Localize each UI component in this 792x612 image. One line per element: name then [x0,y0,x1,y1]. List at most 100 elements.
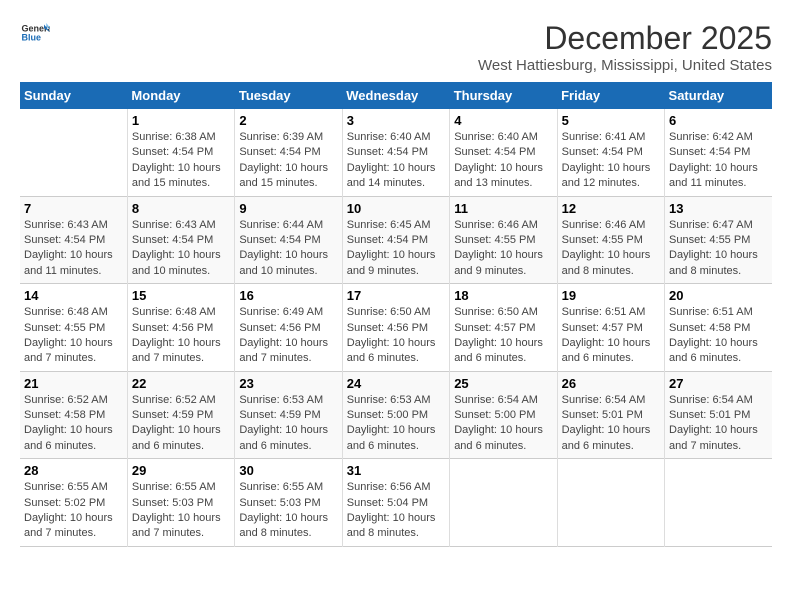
page-container: General Blue December 2025 West Hattiesb… [20,20,772,547]
calendar-cell: 14 Sunrise: 6:48 AM Sunset: 4:55 PM Dayli… [20,284,127,372]
calendar-cell: 15 Sunrise: 6:48 AM Sunset: 4:56 PM Dayli… [127,284,234,372]
calendar-week-row: 1 Sunrise: 6:38 AM Sunset: 4:54 PM Daylig… [20,109,772,196]
day-number: 19 [562,288,660,303]
calendar-cell: 12 Sunrise: 6:46 AM Sunset: 4:55 PM Dayli… [557,196,664,284]
logo: General Blue [20,20,52,44]
main-title: December 2025 [478,20,772,57]
calendar-cell [20,109,127,196]
calendar-cell: 29 Sunrise: 6:55 AM Sunset: 5:03 PM Dayli… [127,459,234,547]
day-info: Sunrise: 6:46 AM Sunset: 4:55 PM Dayligh… [562,218,660,280]
calendar-cell: 22 Sunrise: 6:52 AM Sunset: 4:59 PM Dayli… [127,371,234,459]
day-info: Sunrise: 6:56 AM Sunset: 5:04 PM Dayligh… [347,480,445,542]
subtitle: West Hattiesburg, Mississippi, United St… [478,57,772,74]
day-number: 1 [132,113,230,128]
day-info: Sunrise: 6:53 AM Sunset: 5:00 PM Dayligh… [347,393,445,455]
calendar-cell: 27Sunrise: 6:54 AM Sunset: 5:01 PM Dayli… [665,371,772,459]
day-info: Sunrise: 6:55 AM Sunset: 5:02 PM Dayligh… [24,480,123,542]
day-info: Sunrise: 6:44 AM Sunset: 4:54 PM Dayligh… [239,218,337,280]
day-number: 15 [132,288,230,303]
calendar-cell: 28 Sunrise: 6:55 AM Sunset: 5:02 PM Dayli… [20,459,127,547]
calendar-cell: 4 Sunrise: 6:40 AM Sunset: 4:54 PM Daylig… [450,109,557,196]
day-number: 16 [239,288,337,303]
day-info: Sunrise: 6:52 AM Sunset: 4:58 PM Dayligh… [24,393,123,455]
day-info: Sunrise: 6:47 AM Sunset: 4:55 PM Dayligh… [669,218,768,280]
day-info: Sunrise: 6:40 AM Sunset: 4:54 PM Dayligh… [454,130,552,192]
day-info: Sunrise: 6:54 AM Sunset: 5:01 PM Dayligh… [669,393,768,455]
calendar-cell: 16 Sunrise: 6:49 AM Sunset: 4:56 PM Dayli… [235,284,342,372]
calendar-cell: 23 Sunrise: 6:53 AM Sunset: 4:59 PM Dayli… [235,371,342,459]
day-info: Sunrise: 6:52 AM Sunset: 4:59 PM Dayligh… [132,393,230,455]
day-info: Sunrise: 6:48 AM Sunset: 4:56 PM Dayligh… [132,305,230,367]
day-info: Sunrise: 6:42 AM Sunset: 4:54 PM Dayligh… [669,130,768,192]
day-info: Sunrise: 6:38 AM Sunset: 4:54 PM Dayligh… [132,130,230,192]
day-number: 12 [562,201,660,216]
calendar-header-tuesday: Tuesday [235,82,342,109]
day-number: 3 [347,113,445,128]
day-info: Sunrise: 6:45 AM Sunset: 4:54 PM Dayligh… [347,218,445,280]
day-number: 25 [454,376,552,391]
calendar-cell: 3 Sunrise: 6:40 AM Sunset: 4:54 PM Daylig… [342,109,449,196]
day-info: Sunrise: 6:43 AM Sunset: 4:54 PM Dayligh… [132,218,230,280]
calendar-cell: 31 Sunrise: 6:56 AM Sunset: 5:04 PM Dayli… [342,459,449,547]
calendar-cell: 20 Sunrise: 6:51 AM Sunset: 4:58 PM Dayli… [665,284,772,372]
day-number: 6 [669,113,768,128]
logo-icon: General Blue [20,20,50,44]
day-number: 26 [562,376,660,391]
calendar-cell: 30Sunrise: 6:55 AM Sunset: 5:03 PM Dayli… [235,459,342,547]
calendar-header-thursday: Thursday [450,82,557,109]
day-info: Sunrise: 6:40 AM Sunset: 4:54 PM Dayligh… [347,130,445,192]
calendar-cell: 17 Sunrise: 6:50 AM Sunset: 4:56 PM Dayli… [342,284,449,372]
calendar-cell: 25Sunrise: 6:54 AM Sunset: 5:00 PM Dayli… [450,371,557,459]
day-number: 24 [347,376,445,391]
day-info: Sunrise: 6:53 AM Sunset: 4:59 PM Dayligh… [239,393,337,455]
calendar-cell: 19Sunrise: 6:51 AM Sunset: 4:57 PM Dayli… [557,284,664,372]
day-number: 28 [24,463,123,478]
day-info: Sunrise: 6:51 AM Sunset: 4:58 PM Dayligh… [669,305,768,367]
day-number: 23 [239,376,337,391]
calendar-cell: 11 Sunrise: 6:46 AM Sunset: 4:55 PM Dayli… [450,196,557,284]
day-info: Sunrise: 6:55 AM Sunset: 5:03 PM Dayligh… [239,480,337,542]
day-info: Sunrise: 6:49 AM Sunset: 4:56 PM Dayligh… [239,305,337,367]
day-number: 8 [132,201,230,216]
day-number: 29 [132,463,230,478]
day-number: 17 [347,288,445,303]
calendar-cell: 26Sunrise: 6:54 AM Sunset: 5:01 PM Dayli… [557,371,664,459]
day-number: 21 [24,376,123,391]
calendar-cell [557,459,664,547]
day-info: Sunrise: 6:48 AM Sunset: 4:55 PM Dayligh… [24,305,123,367]
calendar-cell [665,459,772,547]
day-number: 22 [132,376,230,391]
day-number: 7 [24,201,123,216]
svg-text:Blue: Blue [22,32,42,42]
calendar-header-sunday: Sunday [20,82,127,109]
day-number: 9 [239,201,337,216]
calendar-cell: 21 Sunrise: 6:52 AM Sunset: 4:58 PM Dayli… [20,371,127,459]
calendar-header-monday: Monday [127,82,234,109]
calendar-cell: 24 Sunrise: 6:53 AM Sunset: 5:00 PM Dayli… [342,371,449,459]
day-info: Sunrise: 6:55 AM Sunset: 5:03 PM Dayligh… [132,480,230,542]
day-number: 11 [454,201,552,216]
calendar-week-row: 28 Sunrise: 6:55 AM Sunset: 5:02 PM Dayli… [20,459,772,547]
day-info: Sunrise: 6:46 AM Sunset: 4:55 PM Dayligh… [454,218,552,280]
day-number: 14 [24,288,123,303]
day-info: Sunrise: 6:41 AM Sunset: 4:54 PM Dayligh… [562,130,660,192]
day-info: Sunrise: 6:50 AM Sunset: 4:56 PM Dayligh… [347,305,445,367]
calendar-cell [450,459,557,547]
calendar-cell: 10 Sunrise: 6:45 AM Sunset: 4:54 PM Dayli… [342,196,449,284]
day-number: 10 [347,201,445,216]
title-section: December 2025 West Hattiesburg, Mississi… [478,20,772,74]
calendar-header-wednesday: Wednesday [342,82,449,109]
calendar-cell: 6 Sunrise: 6:42 AM Sunset: 4:54 PM Daylig… [665,109,772,196]
calendar-cell: 5Sunrise: 6:41 AM Sunset: 4:54 PM Daylig… [557,109,664,196]
day-number: 18 [454,288,552,303]
day-number: 20 [669,288,768,303]
calendar-cell: 7Sunrise: 6:43 AM Sunset: 4:54 PM Daylig… [20,196,127,284]
day-info: Sunrise: 6:50 AM Sunset: 4:57 PM Dayligh… [454,305,552,367]
calendar-week-row: 14 Sunrise: 6:48 AM Sunset: 4:55 PM Dayli… [20,284,772,372]
calendar-cell: 9 Sunrise: 6:44 AM Sunset: 4:54 PM Daylig… [235,196,342,284]
day-number: 4 [454,113,552,128]
calendar-header-friday: Friday [557,82,664,109]
day-number: 31 [347,463,445,478]
calendar-cell: 1 Sunrise: 6:38 AM Sunset: 4:54 PM Daylig… [127,109,234,196]
calendar-cell: 18 Sunrise: 6:50 AM Sunset: 4:57 PM Dayli… [450,284,557,372]
